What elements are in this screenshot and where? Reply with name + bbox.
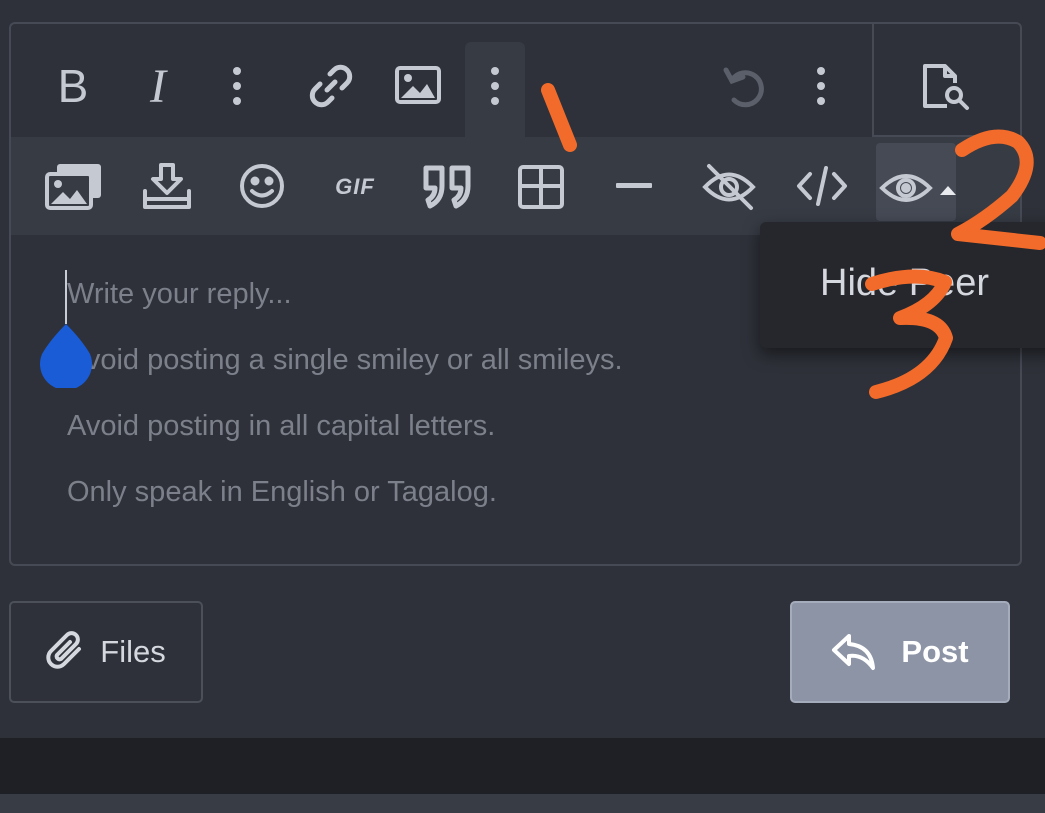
- files-button[interactable]: Files: [9, 601, 203, 703]
- bold-button[interactable]: B: [46, 58, 100, 114]
- drafts-icon: [143, 163, 191, 209]
- hide-icon: [879, 174, 956, 202]
- horizontal-line-icon: [616, 183, 652, 188]
- horizontal-line-button[interactable]: [614, 176, 654, 196]
- more-options-button[interactable]: [806, 62, 836, 110]
- tooltip-text: Hide Peer: [820, 262, 989, 304]
- bold-icon: B: [57, 60, 89, 112]
- spoiler-button[interactable]: [700, 160, 758, 214]
- smiley-button[interactable]: [236, 160, 288, 212]
- image-button[interactable]: [392, 62, 444, 108]
- preview-button[interactable]: [915, 58, 975, 114]
- quote-icon: [423, 165, 471, 209]
- quote-button[interactable]: [420, 162, 476, 212]
- preview-divider-bottom: [872, 135, 1022, 137]
- preview-divider: [872, 24, 874, 136]
- image-icon: [395, 66, 441, 104]
- more-insert-options-button[interactable]: [480, 62, 510, 110]
- more-text-options-icon: [233, 67, 241, 105]
- preview-icon: [923, 64, 969, 110]
- code-button[interactable]: [794, 160, 850, 212]
- hide-tooltip: Hide Peer: [760, 222, 1045, 348]
- italic-icon: I: [150, 59, 166, 113]
- caret-handle[interactable]: [38, 322, 94, 388]
- post-label: Post: [901, 634, 969, 669]
- undo-icon: [723, 67, 764, 108]
- editor-placeholder-line: Only speak in English or Tagalog.: [67, 476, 497, 508]
- undo-button[interactable]: [718, 58, 770, 114]
- gif-icon: GIF: [335, 174, 375, 199]
- files-label: Files: [100, 634, 166, 669]
- link-button[interactable]: [302, 58, 360, 114]
- editor-placeholder-line: Write your reply...: [67, 278, 292, 310]
- media-gallery-button[interactable]: [44, 160, 106, 212]
- media-gallery-icon: [45, 164, 101, 210]
- more-options-icon: [817, 67, 825, 105]
- table-icon: [518, 165, 564, 209]
- reply-icon: [832, 634, 876, 670]
- code-icon: [797, 166, 847, 206]
- editor-placeholder-line: Avoid posting a single smiley or all smi…: [67, 344, 623, 376]
- table-button[interactable]: [516, 162, 566, 212]
- footer-edge: [0, 794, 1045, 813]
- post-button[interactable]: Post: [790, 601, 1010, 703]
- editor-placeholder-line: Avoid posting in all capital letters.: [67, 410, 496, 442]
- italic-button[interactable]: I: [134, 58, 182, 114]
- footer-bar: [0, 738, 1045, 794]
- more-insert-options-icon: [491, 67, 499, 105]
- paperclip-icon: [46, 631, 82, 669]
- top-strip: [0, 0, 1045, 22]
- link-icon: [309, 64, 353, 108]
- hide-button[interactable]: [876, 160, 960, 212]
- drafts-button[interactable]: [140, 160, 194, 212]
- spoiler-icon: [702, 164, 756, 210]
- gif-button[interactable]: GIF: [328, 170, 382, 204]
- smiley-icon: [240, 164, 284, 208]
- more-text-options-button[interactable]: [222, 62, 252, 110]
